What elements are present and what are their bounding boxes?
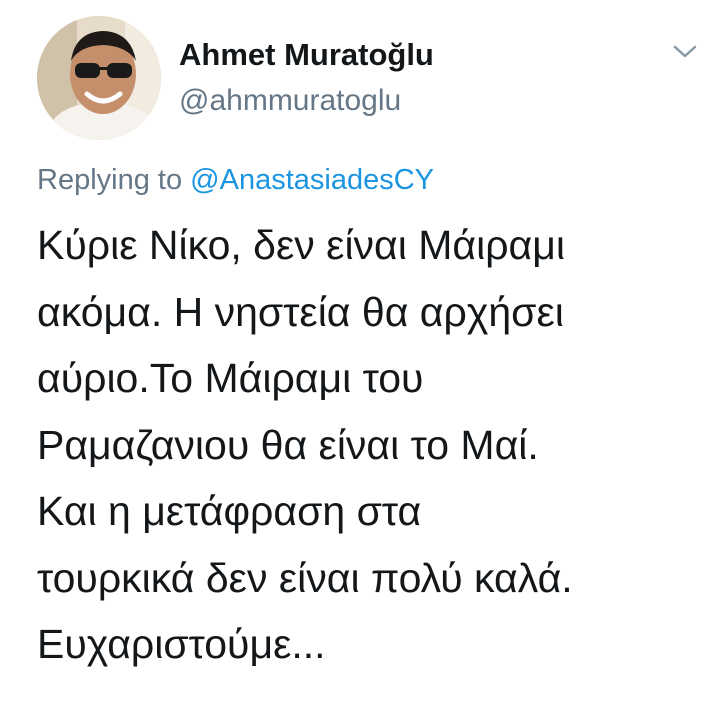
replying-to: Replying to @AnastasiadesCY: [37, 164, 434, 197]
replying-to-label: Replying to: [37, 164, 191, 196]
profile-photo-icon: [37, 16, 161, 140]
tweet-text-line: Και η μετάφραση στα: [37, 488, 422, 534]
author-handle[interactable]: @ahmmuratoglu: [179, 84, 401, 118]
chevron-down-icon[interactable]: [672, 43, 698, 61]
tweet-text-line: Ραμαζανιου θα είναι το Μαί.: [37, 421, 539, 468]
tweet-text-line: αύριο.Το Μάιραμι του: [37, 355, 424, 401]
tweet-text-line: Ευχαριστούμε...: [37, 621, 326, 667]
tweet-card: Ahmet Muratoğlu @ahmmuratoglu Replying t…: [0, 0, 728, 703]
avatar[interactable]: [37, 16, 161, 140]
tweet-text-line: ακόμα. Η νηστεία θα αρχήσει: [37, 288, 564, 335]
author-display-name[interactable]: Ahmet Muratoğlu: [179, 37, 434, 73]
reply-mention-link[interactable]: @AnastasiadesCY: [190, 164, 434, 196]
tweet-text-line: τουρκικά δεν είναι πολύ καλά.: [37, 554, 573, 601]
tweet-text: Κύριε Νίκο, δεν είναι Μάιραμι ακόμα. Η ν…: [37, 212, 717, 678]
tweet-text-line: Κύριε Νίκο, δεν είναι Μάιραμι: [37, 222, 565, 268]
